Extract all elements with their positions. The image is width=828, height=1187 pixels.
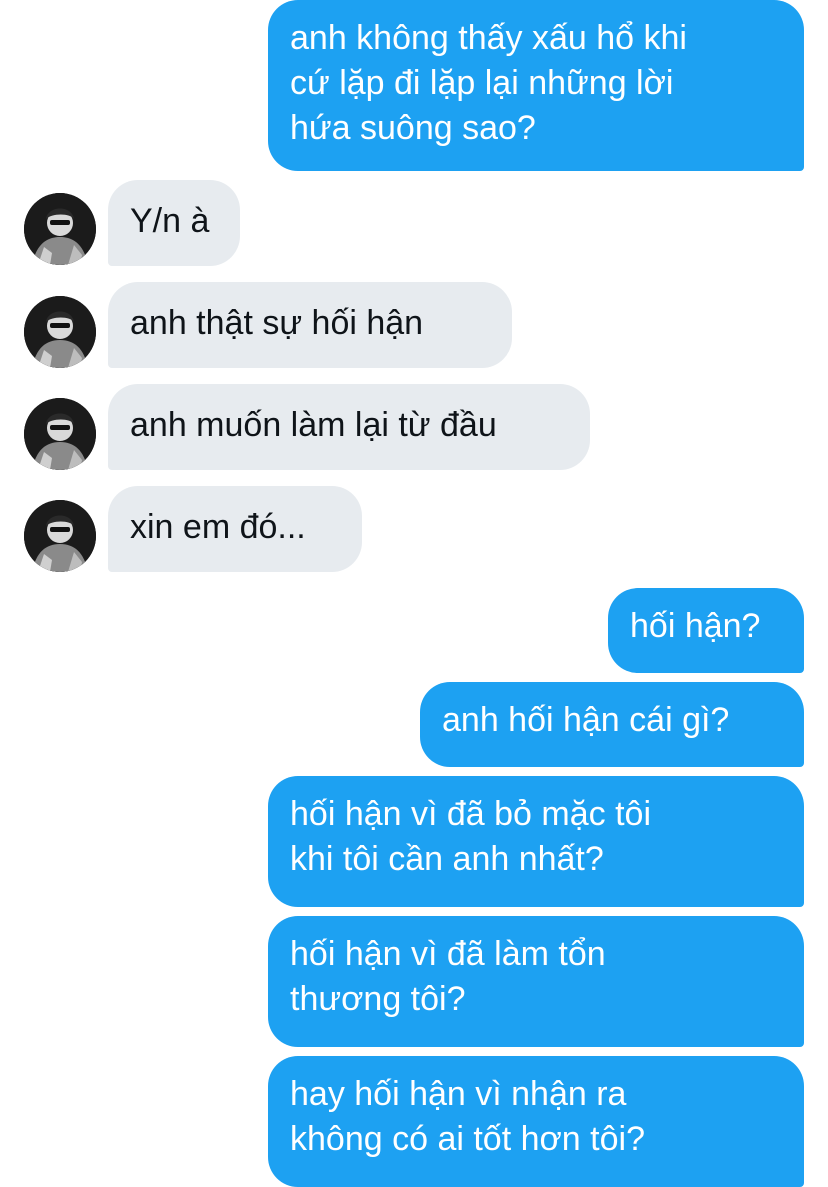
message-bubble-outgoing[interactable]: anh không thấy xấu hổ khi cứ lặp đi lặp … <box>268 0 804 171</box>
message-bubble-incoming[interactable]: Y/n à <box>108 180 240 266</box>
message-line: hối hận? <box>630 607 761 645</box>
message-bubble-outgoing[interactable]: hối hận? <box>608 588 804 673</box>
message-line: khi tôi cần anh nhất? <box>290 840 604 878</box>
message-line: hối hận vì đã bỏ mặc tôi <box>290 795 652 833</box>
avatar-photo-icon <box>24 193 96 265</box>
message-bubble-outgoing[interactable]: hối hận vì đã làm tổn thương tôi? <box>268 916 804 1047</box>
avatar-photo-icon <box>24 500 96 572</box>
message-line: xin em đó... <box>130 508 306 546</box>
message-line: không có ai tốt hơn tôi? <box>290 1120 645 1158</box>
sender-avatar[interactable] <box>24 296 96 368</box>
message-bubble-outgoing[interactable]: hối hận vì đã bỏ mặc tôi khi tôi cần anh… <box>268 776 804 907</box>
message-line: anh thật sự hối hận <box>130 304 424 342</box>
message-line: thương tôi? <box>290 980 466 1018</box>
message-bubble-incoming[interactable]: anh thật sự hối hận <box>108 282 512 368</box>
avatar-photo-icon <box>24 398 96 470</box>
message-bubble-outgoing[interactable]: hay hối hận vì nhận ra không có ai tốt h… <box>268 1056 804 1187</box>
sender-avatar[interactable] <box>24 398 96 470</box>
avatar-photo-icon <box>24 296 96 368</box>
message-bubble-incoming[interactable]: anh muốn làm lại từ đầu <box>108 384 590 470</box>
sender-avatar[interactable] <box>24 500 96 572</box>
message-bubble-incoming[interactable]: xin em đó... <box>108 486 362 572</box>
message-line: hối hận vì đã làm tổn <box>290 935 606 973</box>
message-line: anh hối hận cái gì? <box>442 701 730 739</box>
chat-thread: anh không thấy xấu hổ khi cứ lặp đi lặp … <box>0 0 828 1187</box>
message-line: anh không thấy xấu hổ khi <box>290 19 687 57</box>
message-line: hay hối hận vì nhận ra <box>290 1075 627 1113</box>
message-bubble-outgoing[interactable]: anh hối hận cái gì? <box>420 682 804 767</box>
message-line: hứa suông sao? <box>290 109 536 147</box>
message-line: Y/n à <box>130 202 210 240</box>
message-line: anh muốn làm lại từ đầu <box>130 406 497 444</box>
sender-avatar[interactable] <box>24 193 96 265</box>
message-line: cứ lặp đi lặp lại những lời <box>290 64 674 102</box>
